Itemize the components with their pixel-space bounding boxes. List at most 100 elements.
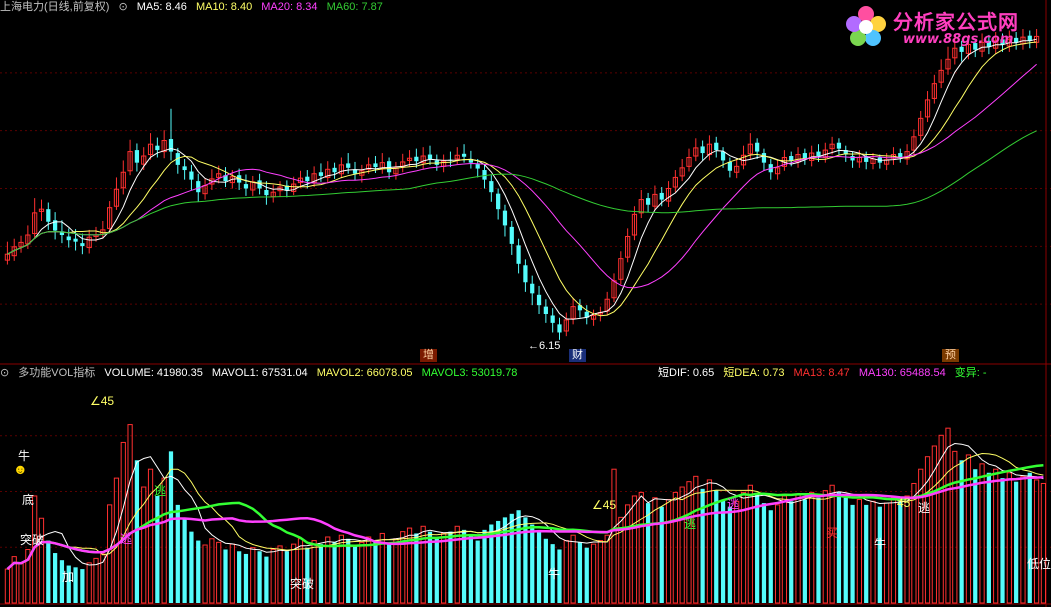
vol-ann-mai: 买 [826,526,839,540]
candle-body-down [714,142,719,151]
vol-ann-angle3: 45 [897,496,911,510]
volume-bar-up [829,484,835,604]
vol-ann-niu3: 牛 [548,567,561,581]
volume-bar-up [652,497,658,604]
candle-body-down [523,265,528,283]
candle-body-down [659,192,664,200]
volume-bar-down [1027,472,1032,603]
volume-bar-down [523,517,528,603]
candle-body-down [836,142,842,149]
logo-title: 分析家公式网 [893,10,1019,34]
candle-body-down [386,161,392,173]
candle-body-down [332,167,337,173]
candle-body-down [134,150,140,163]
vol-ann-tao3: 逃 [684,517,697,531]
vol-ann-angle1: ∠45 [90,394,115,408]
volume-bar-up [884,502,890,604]
candle-body-down [700,146,705,154]
chart-canvas [0,0,1051,607]
vol-ann-tupo: 突破 [20,533,45,547]
volume-label: VOLUME: 41980.35 [104,367,203,379]
volume-bar-up [291,543,297,604]
volume-bar-down [850,504,855,603]
volume-bar-up [120,441,126,604]
volume-bar-down [434,538,439,603]
volume-bar-down [645,503,651,603]
volume-bar-up [781,495,788,604]
flower-icon [846,6,886,46]
candle-body-down [264,189,269,196]
vol-ann-tao2: 逃 [120,532,133,546]
volume-bar-down [373,540,378,603]
candle-body-down [550,315,555,323]
volume-bar-up [734,500,740,604]
volume-bar-up [774,504,781,604]
volume-bar-up [1040,482,1047,604]
volume-bar-down [816,497,821,603]
candle-body-down [243,184,249,189]
volume-bar-down [659,506,664,603]
volume-bar-down [305,547,310,603]
chart-title: 上海电力(日线,前复权) [0,1,110,13]
smile-icon: ☻ [13,461,28,477]
volume-bar-up [1020,475,1026,604]
vol-ann-niu2: 牛 [874,537,887,551]
candle-body-down [489,181,494,193]
volume-bar-down [352,545,358,603]
candle-body-down [73,238,78,242]
volume-bar-down [182,518,187,603]
volume-bar-up [216,541,222,604]
candle-body-down [475,164,480,169]
volume-bar-down [877,506,882,603]
candle-body-down [66,236,71,241]
volume-bar-up [890,497,897,604]
candle-body-down [318,172,324,176]
candle-body-down [46,209,51,222]
volume-bar-up [127,424,133,604]
volume-bar-down [386,544,392,603]
volume-bar-down [237,551,242,603]
settings-icon[interactable]: ⊙ [118,1,127,13]
volume-bar-up [1033,479,1040,604]
candle-body-down [509,226,514,244]
volume-bar-down [318,544,324,603]
volume-bar-up [270,548,276,604]
volume-bar-up [693,475,699,604]
candle-body-down [346,163,351,168]
volume-bar-down [223,549,228,603]
bianyi-label: 变异: - [954,367,987,379]
candle-body-down [789,156,794,161]
ma5-label: MA5: 8.46 [136,1,187,13]
volume-bar-up [202,544,208,604]
volume-bar-down [720,499,726,603]
price-panel-header: 上海电力(日线,前复权) ⊙ MA5: 8.46 MA10: 8.40 MA20… [0,0,389,14]
volume-bar-down [346,538,351,603]
vol-ann-tao5: 逃 [918,501,931,515]
volume-bar-down [53,553,58,603]
volume-bar-up [706,479,713,604]
volume-bar-down [168,451,174,603]
volume-bar-up [18,563,24,604]
volume-bar-down [843,497,848,603]
dif-label: 短DIF: 0.65 [658,367,715,379]
volume-bar-up [911,482,917,604]
mavol1-label: MAVOL1: 67531.04 [211,367,308,379]
volume-bar-down [973,469,978,603]
candle-body-down [536,294,542,306]
volume-bar-up [359,541,365,604]
vol-ann-tao4: 逃 [727,497,740,511]
volume-bar-up [86,562,92,604]
ma10-label: MA10: 8.40 [195,1,253,13]
volume-bar-up [993,468,999,604]
candle-body-down [502,210,508,226]
volume-bar-up [979,463,985,604]
volume-bar-up [147,468,154,604]
volume-bar-up [952,450,958,604]
volume-bar-up [856,499,862,604]
volume-bar-down [448,531,453,603]
candle-body-down [182,166,187,171]
volume-bar-down [1014,481,1019,603]
settings-icon[interactable]: ⊙ [0,367,9,379]
volume-bar-down [536,531,542,603]
candle-body-down [496,193,501,210]
